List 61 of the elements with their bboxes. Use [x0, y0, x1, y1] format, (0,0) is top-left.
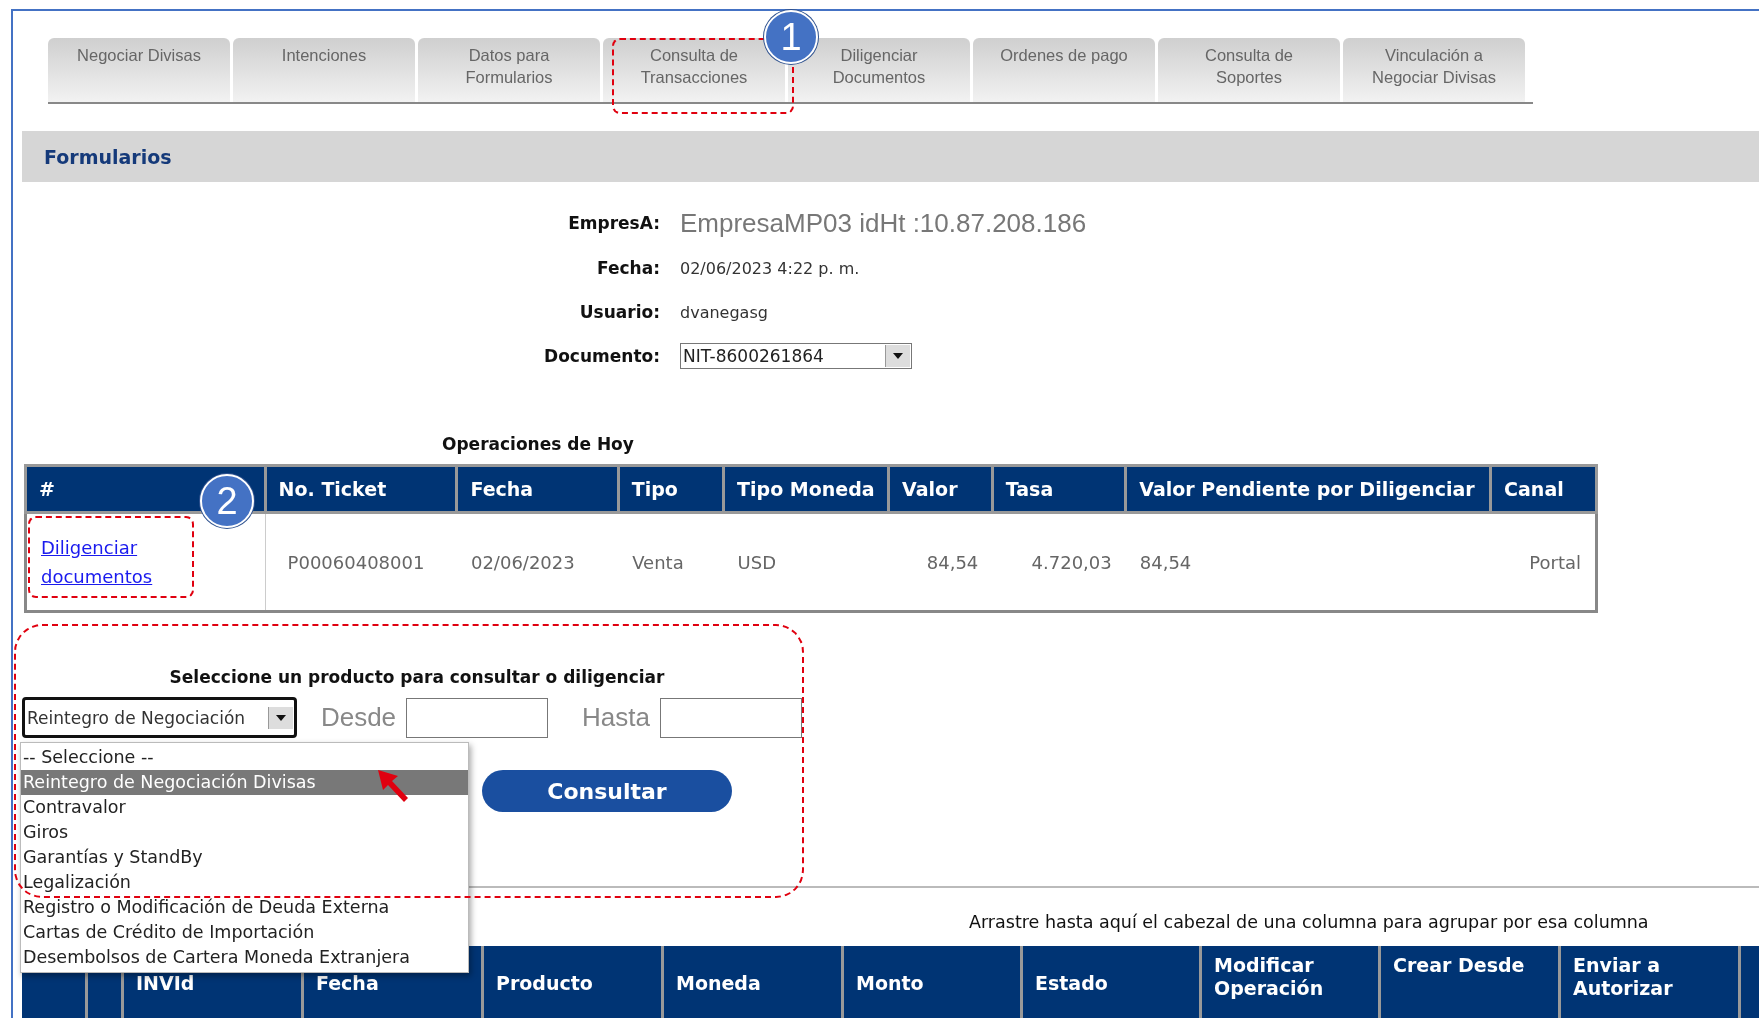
field-label: Fecha:	[596, 257, 660, 280]
section-title: Formularios	[22, 131, 1759, 182]
column-header: Crear Desde	[1381, 946, 1561, 1018]
column-header: Estado	[1023, 946, 1202, 1018]
column-header: Tasa	[992, 465, 1126, 513]
table-cell: 84,54	[888, 512, 993, 612]
field-label: Documento:	[543, 345, 660, 368]
dropdown-option[interactable]: -- Seleccione --	[21, 745, 468, 770]
column-header: Producto	[484, 946, 664, 1018]
dropdown-arrow-icon	[275, 714, 286, 721]
table-cell: 84,54	[1125, 512, 1491, 612]
table-cell: USD	[723, 512, 889, 612]
consult-button[interactable]: Consultar	[482, 770, 732, 812]
column-header: Modificar Operación	[1202, 946, 1381, 1018]
field-label: EmpresA:	[567, 212, 660, 235]
fill-documents-link[interactable]: Diligenciar documentos	[41, 533, 161, 591]
field-label: Usuario:	[578, 301, 660, 324]
column-header: Moneda	[664, 946, 844, 1018]
group-by-hint: Arrastre hasta aquí el cabezal de una columna para agrupar por esa columna	[969, 912, 1650, 932]
to-date-field[interactable]	[660, 697, 802, 738]
nav-tab[interactable]: Consulta de Soportes	[1158, 38, 1340, 102]
dropdown-option[interactable]: Contravalor	[21, 795, 468, 820]
column-header: Fecha	[456, 465, 619, 513]
step-badge: 1	[764, 10, 818, 64]
column-header: Tipo Moneda	[723, 465, 889, 513]
dropdown-option[interactable]: Giros	[21, 820, 468, 845]
field-value: dvanegasg	[680, 302, 769, 322]
from-date-field[interactable]	[406, 697, 549, 738]
dropdown-option[interactable]: Reintegro de Negociación Divisas	[21, 770, 468, 795]
column-header: Tipo	[618, 465, 724, 513]
nav-tab[interactable]: Negociar Divisas	[48, 38, 230, 102]
field-value: 02/06/2023 4:22 p. m.	[680, 258, 861, 278]
step-badge: 2	[200, 474, 254, 528]
dropdown-option[interactable]: Desembolsos de Cartera Moneda Extranjera	[21, 945, 468, 970]
product-select[interactable]: Reintegro de Negociación	[22, 697, 297, 738]
to-label: Hasta	[582, 702, 650, 733]
column-header: No. Ticket	[265, 465, 457, 513]
dropdown-option[interactable]: Legalización	[21, 870, 468, 895]
nav-tab[interactable]: Vinculación a Negociar Divisas	[1343, 38, 1525, 102]
column-header: Monto	[844, 946, 1023, 1018]
nav-tab[interactable]: Datos para Formularios	[418, 38, 600, 102]
table-cell: 4.720,03	[992, 512, 1126, 612]
nav-tab[interactable]: Ordenes de pago	[973, 38, 1155, 102]
from-label: Desde	[320, 702, 397, 733]
dropdown-option[interactable]: Garantías y StandBy	[21, 845, 468, 870]
table-cell: Venta	[618, 512, 724, 612]
table-cell: Portal	[1490, 512, 1597, 612]
dropdown-option[interactable]: Cartas de Crédito de Importación	[21, 920, 468, 945]
column-header: Valor	[888, 465, 993, 513]
company-value: EmpresaMP03 idHt :10.87.208.186	[680, 207, 1088, 239]
column-header: Valor Pendiente por Diligenciar	[1125, 465, 1491, 513]
dropdown-option[interactable]: Registro o Modificación de Deuda Externa	[21, 895, 468, 920]
table-cell: 02/06/2023	[456, 512, 619, 612]
product-prompt: Seleccione un producto para consultar o diligenciar	[168, 667, 666, 687]
dropdown-arrow-icon	[893, 353, 903, 359]
table-title: Operaciones de Hoy	[442, 434, 635, 454]
table-cell: P00060408001	[265, 512, 457, 612]
document-select[interactable]: NIT-8600261864	[680, 343, 912, 369]
column-header: Canal	[1490, 465, 1597, 513]
column-header: Enviar a Autorizar	[1561, 946, 1741, 1018]
nav-tab[interactable]: Intenciones	[233, 38, 415, 102]
